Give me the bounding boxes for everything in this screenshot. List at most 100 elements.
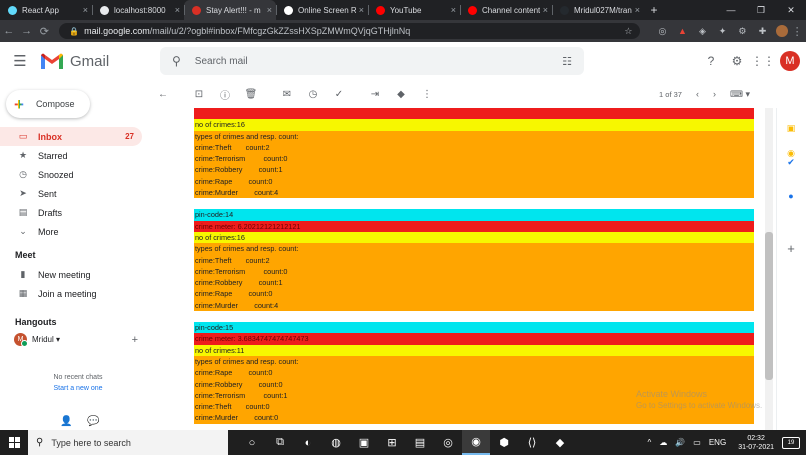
settings-gear-icon[interactable]: ⚙ (724, 54, 750, 68)
reload-button[interactable]: ⟳ (35, 25, 53, 38)
close-window-button[interactable]: ✕ (776, 5, 806, 16)
search-icon[interactable]: ⚲ (172, 54, 181, 68)
search-options-icon[interactable]: ☷ (562, 55, 572, 68)
archive-icon[interactable]: ⊡ (186, 89, 212, 100)
browser-profile-avatar[interactable] (776, 25, 789, 37)
browser-tab[interactable]: localhost:8000 × (92, 0, 184, 20)
start-button[interactable] (0, 437, 28, 448)
mark-unread-icon[interactable]: ✉ (274, 89, 300, 100)
delete-icon[interactable]: 🗑 (238, 89, 264, 100)
notification-center-icon[interactable]: 19 (782, 436, 800, 449)
sidebar-item-sent[interactable]: ➤ Sent (0, 184, 142, 203)
extension-icon[interactable]: ✦ (715, 26, 729, 36)
restore-button[interactable]: ❐ (746, 5, 776, 16)
sidebar-item-starred[interactable]: ★ Starred (0, 146, 142, 165)
prev-page-icon[interactable]: ‹ (696, 89, 699, 99)
tab-close-icon[interactable]: × (267, 5, 272, 15)
taskbar-app-icon[interactable]: ◎ (434, 430, 462, 455)
sidebar-item-snoozed[interactable]: ◷ Snoozed (0, 165, 142, 184)
taskbar-app-icon[interactable]: ⊞ (378, 430, 406, 455)
back-to-inbox-icon[interactable]: ← (150, 89, 176, 100)
compose-button[interactable]: + Compose (6, 90, 90, 118)
browser-tab[interactable]: React App × (0, 0, 92, 20)
meet-item[interactable]: ▮ New meeting (0, 265, 142, 284)
sidebar-item-inbox[interactable]: ▭ Inbox 27 (0, 127, 142, 146)
extension-icon[interactable]: ⚙ (735, 26, 749, 36)
taskbar-app-icon[interactable]: ◉ (462, 430, 490, 455)
browser-tab[interactable]: Mridul027M/tran × (552, 0, 644, 20)
tab-close-icon[interactable]: × (451, 5, 456, 15)
volume-icon[interactable]: 🔊 (675, 438, 685, 447)
browser-menu-icon[interactable]: ⋮ (788, 25, 806, 38)
forward-button[interactable]: → (18, 25, 36, 37)
taskbar-search-input[interactable]: Type here to search (51, 438, 131, 448)
browser-tab[interactable]: YouTube × (368, 0, 460, 20)
hangouts-user[interactable]: M Mridul ▾ + (14, 333, 138, 347)
minimize-button[interactable]: — (716, 5, 746, 15)
calendar-icon[interactable]: ▣ (783, 120, 799, 136)
taskbar-app-icon[interactable]: ▣ (350, 430, 378, 455)
contacts-icon[interactable]: ● (783, 188, 799, 204)
snooze-icon[interactable]: ◷ (300, 89, 326, 100)
taskbar-app-icon[interactable]: ⟨⟩ (518, 430, 546, 455)
taskbar-app-icon[interactable]: ◍ (322, 430, 350, 455)
person-icon[interactable]: 👤 (60, 416, 72, 427)
main-menu-icon[interactable]: ☰ (0, 52, 40, 70)
url-bar[interactable]: 🔒 mail.google.com/mail/u/2/?ogbl#inbox/F… (59, 23, 641, 39)
tray-chevron-icon[interactable]: ^ (648, 438, 652, 447)
taskbar-app-icon[interactable]: ▤ (406, 430, 434, 455)
label-icon[interactable]: ◆ (388, 89, 414, 100)
browser-tab[interactable]: Channel content × (460, 0, 552, 20)
input-tools-icon[interactable]: ⌨ ▾ (730, 89, 750, 100)
get-addons-icon[interactable]: + (783, 240, 799, 256)
extension-icon[interactable]: ◈ (695, 26, 709, 36)
move-to-icon[interactable]: ⇥ (362, 89, 388, 100)
taskbar-app-icon[interactable]: ◆ (546, 430, 574, 455)
browser-tab[interactable]: Online Screen Re × (276, 0, 368, 20)
tasks-icon[interactable]: ✔ (783, 154, 799, 170)
new-tab-button[interactable]: + (644, 0, 664, 20)
start-new-chat-link[interactable]: Start a new one (0, 385, 156, 392)
browser-tab[interactable]: Stay Alert!!! - m × (184, 0, 276, 20)
language-indicator[interactable]: ENG (709, 438, 726, 447)
window-controls: — ❐ ✕ (716, 0, 806, 20)
search-input[interactable]: Search mail (195, 56, 562, 67)
tab-close-icon[interactable]: × (635, 5, 640, 15)
tab-close-icon[interactable]: × (175, 5, 180, 15)
chat-bubble-icon[interactable]: 💬 (87, 416, 99, 427)
add-chat-icon[interactable]: + (132, 334, 138, 346)
sidebar-item-more[interactable]: ⌄ More (0, 222, 142, 241)
taskbar-app-icon[interactable]: ◐ (294, 430, 322, 455)
extension-icon[interactable]: ▲ (675, 26, 689, 36)
bookmark-star-icon[interactable]: ☆ (624, 26, 632, 37)
onedrive-icon[interactable]: ☁ (659, 438, 667, 447)
help-icon[interactable]: ? (698, 54, 724, 68)
tab-close-icon[interactable]: × (359, 5, 364, 15)
puzzle-icon[interactable]: ✚ (755, 26, 769, 36)
taskbar-app-icon[interactable]: ⧉ (266, 430, 294, 455)
taskbar-search[interactable]: ⚲ Type here to search (28, 430, 228, 455)
meet-item[interactable]: ▦ Join a meeting (0, 284, 142, 303)
taskbar-app-icon[interactable]: ○ (238, 430, 266, 455)
report-spam-icon[interactable]: ⓘ (212, 87, 238, 102)
search-bar[interactable]: ⚲ Search mail ☷ (160, 47, 584, 75)
tab-close-icon[interactable]: × (83, 5, 88, 15)
report-row: types of crimes and resp. count: (194, 130, 754, 142)
apps-grid-icon[interactable]: ⋮⋮ (750, 54, 776, 68)
extension-icon[interactable]: ◎ (655, 26, 669, 36)
battery-icon[interactable]: ▭ (693, 438, 701, 447)
scrollbar-thumb[interactable] (765, 232, 773, 380)
taskbar-clock[interactable]: 02:32 31-07-2021 (738, 434, 774, 452)
next-page-icon[interactable]: › (713, 89, 716, 99)
hangouts-username[interactable]: Mridul ▾ (32, 335, 60, 344)
tab-close-icon[interactable]: × (543, 5, 548, 15)
add-to-tasks-icon[interactable]: ✓ (326, 89, 352, 100)
account-avatar[interactable]: M (780, 51, 800, 71)
taskbar-app-icon[interactable]: ⬢ (490, 430, 518, 455)
hangouts-heading: Hangouts (15, 317, 57, 327)
gmail-logo[interactable]: Gmail (40, 52, 152, 70)
sidebar-item-drafts[interactable]: ▤ Drafts (0, 203, 142, 222)
back-button[interactable]: ← (0, 25, 18, 37)
sidebar-footer: 👤 💬 (60, 416, 112, 427)
more-options-icon[interactable]: ⋮ (414, 89, 440, 100)
